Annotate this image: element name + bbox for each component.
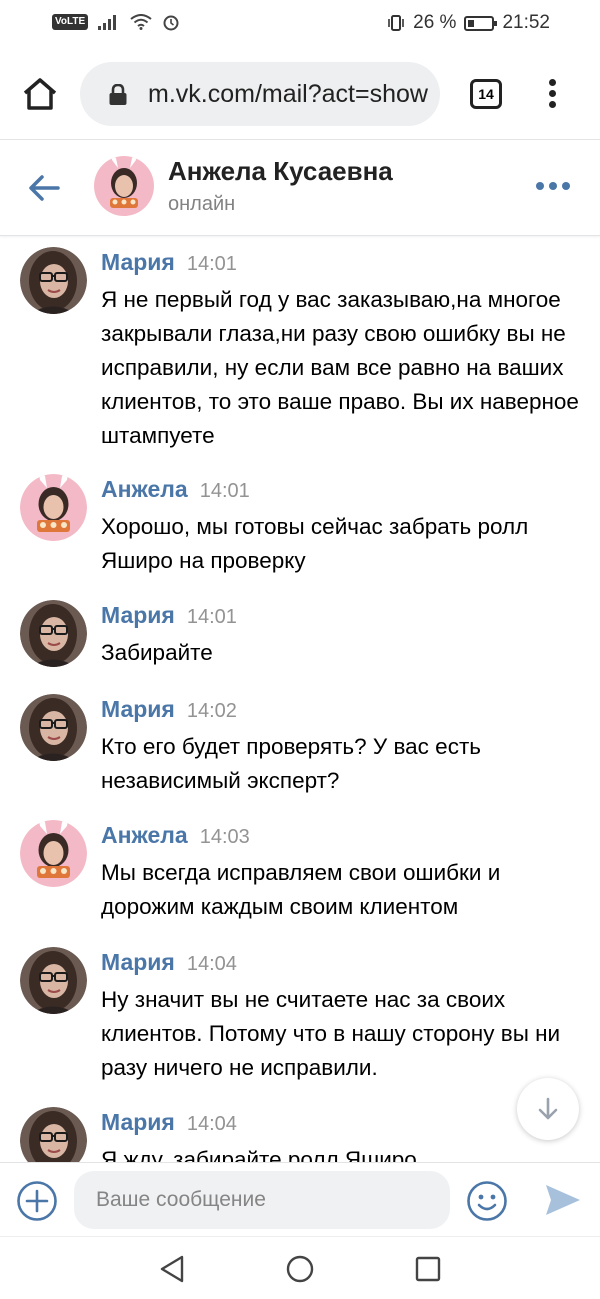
battery-icon [464,15,498,31]
message-time: 14:02 [186,700,237,722]
contact-avatar[interactable] [94,156,154,216]
nav-recent-apps-icon[interactable] [415,1256,441,1282]
url-bar[interactable]: m.vk.com/mail?act=show [80,62,440,126]
arrow-down-icon [538,1097,558,1120]
browser-toolbar: m.vk.com/mail?act=show 14 [0,48,600,140]
battery-percent: 26 % [413,12,457,33]
chat-header: Анжела Кусаевна онлайн [0,140,600,236]
system-nav-bar [0,1236,600,1299]
message-time: 14:03 [199,826,250,848]
message-time: 14:04 [186,953,237,975]
contact-status: онлайн [168,193,236,215]
message-text: Мы всегда исправляем свои ошибки и дорож… [101,860,501,919]
message-text: Хорошо, мы готовы сейчас забрать ролл Яш… [101,514,529,573]
message-text: Я жду, забирайте ролл Яширо [101,1147,417,1162]
alarm-icon [163,15,179,31]
wifi-icon [130,14,152,30]
home-icon[interactable] [20,76,60,112]
maria-avatar[interactable] [20,600,87,667]
message-list[interactable]: Мария 14:01 Я не первый год у вас заказыв… [0,237,600,1162]
message-author[interactable]: Мария 14:04 [101,1109,237,1136]
message-text: Забирайте [101,640,213,665]
send-icon[interactable] [544,1181,582,1219]
message-author[interactable]: Анжела 14:01 [101,476,250,503]
angela-avatar[interactable] [20,820,87,887]
message-time: 14:01 [199,480,250,502]
message-time: 14:04 [186,1113,237,1135]
more-options-icon[interactable] [536,182,570,190]
vibrate-icon [388,15,404,31]
lock-icon [109,84,127,105]
message-author[interactable]: Мария 14:01 [101,249,237,276]
nav-back-icon[interactable] [158,1254,186,1284]
nav-home-icon[interactable] [286,1255,314,1283]
message-input[interactable] [74,1171,450,1229]
signal-icon [98,15,117,30]
url-text[interactable]: m.vk.com/mail?act=show [148,80,428,109]
maria-avatar[interactable] [20,247,87,314]
message-composer [0,1162,600,1236]
message-text: Кто его будет проверять? У вас есть неза… [101,734,481,793]
emoji-icon[interactable] [466,1180,508,1222]
message-author[interactable]: Анжела 14:03 [101,822,250,849]
message-time: 14:01 [186,606,237,628]
maria-avatar[interactable] [20,1107,87,1162]
maria-avatar[interactable] [20,947,87,1014]
status-right: 26 % 21:52 [387,12,550,34]
tab-switcher-button[interactable]: 14 [470,79,502,109]
message-time: 14:01 [186,253,237,275]
message-author[interactable]: Мария 14:02 [101,696,237,723]
back-arrow-icon[interactable] [24,170,64,206]
battery-level [468,19,475,27]
message-author[interactable]: Мария 14:01 [101,602,237,629]
message-text: Ну значит вы не считаете нас за своих кл… [101,987,561,1080]
status-bar: VoLTE 26 % 21:52 [0,0,600,48]
attach-plus-icon[interactable] [16,1180,58,1222]
angela-avatar[interactable] [20,474,87,541]
message-text: Я не первый год у вас заказываю,на много… [101,287,579,448]
message-author[interactable]: Мария 14:04 [101,949,237,976]
scroll-down-button[interactable] [517,1078,579,1140]
contact-name[interactable]: Анжела Кусаевна [168,156,393,187]
volte-badge: VoLTE [52,14,89,30]
status-left: VoLTE [52,13,180,31]
browser-menu-icon[interactable] [544,76,560,112]
maria-avatar[interactable] [20,694,87,761]
clock: 21:52 [502,12,550,33]
